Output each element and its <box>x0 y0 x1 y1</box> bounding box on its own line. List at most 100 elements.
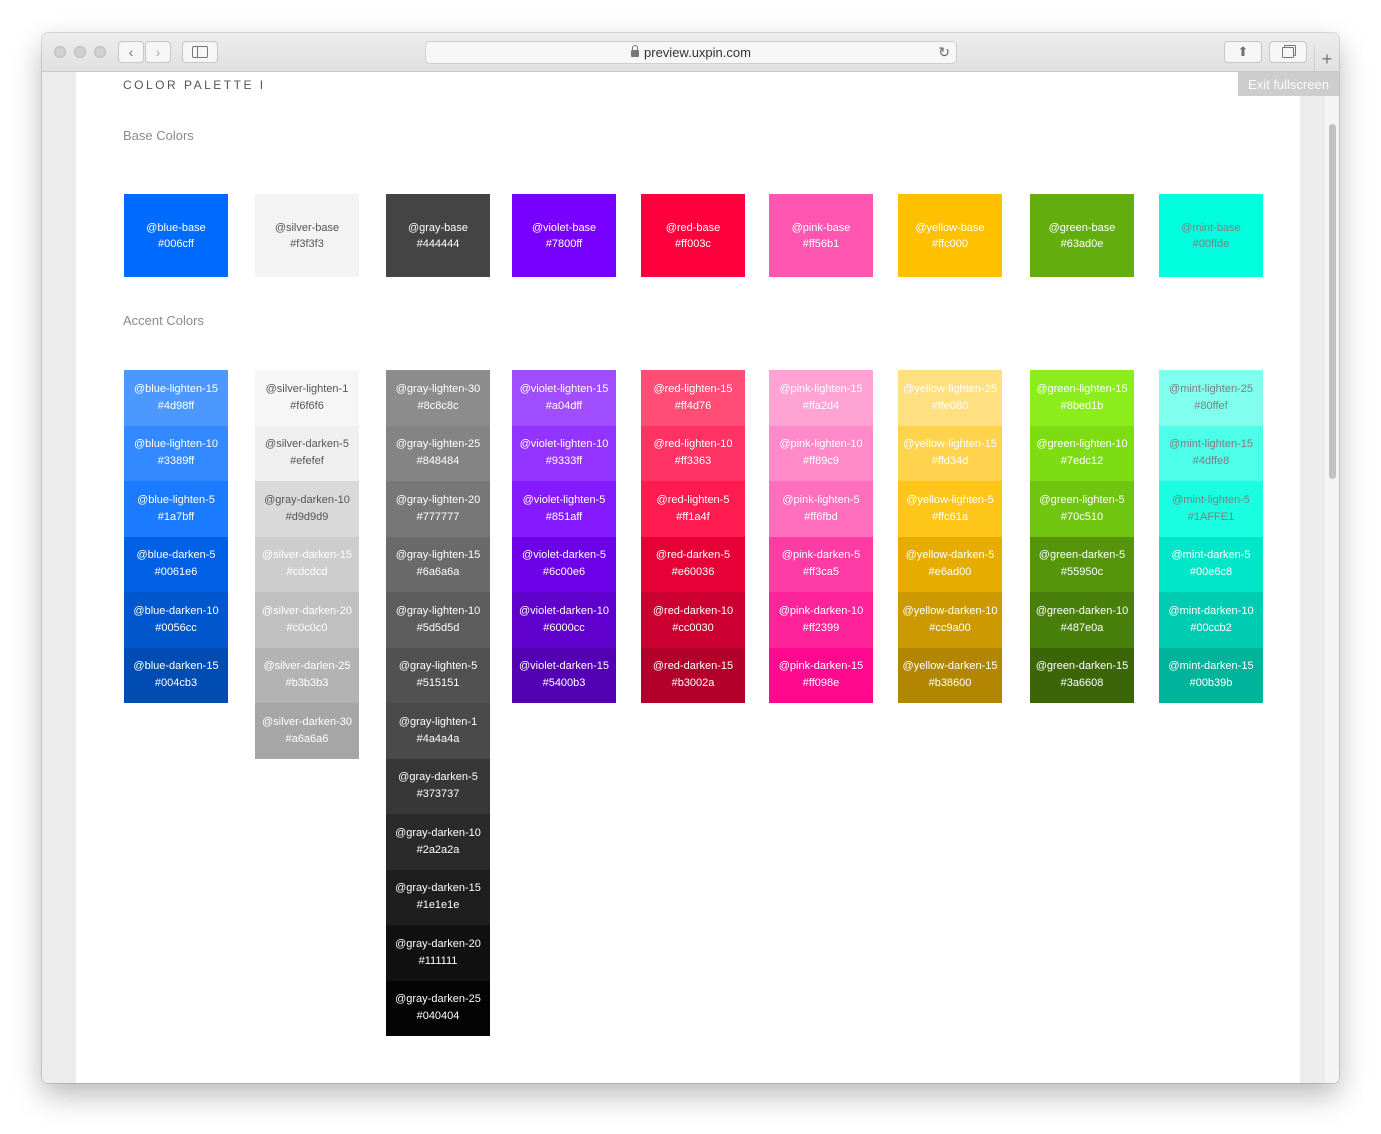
accent-swatch-green-lighten-5[interactable]: @green-lighten-5 #70c510 <box>1030 481 1134 537</box>
accent-swatch-red-darken-10[interactable]: @red-darken-10 #cc0030 <box>641 592 745 648</box>
accent-swatch-pink-lighten-15[interactable]: @pink-lighten-15 #ffa2d4 <box>769 370 873 426</box>
share-button[interactable]: ⬆ <box>1224 41 1262 63</box>
accent-swatch-gray-lighten-10[interactable]: @gray-lighten-10 #5d5d5d <box>386 592 490 648</box>
accent-swatch-silver-darken-20[interactable]: @silver-darken-20 #c0c0c0 <box>255 592 359 648</box>
accent-swatch-blue-darken-5[interactable]: @blue-darken-5 #0061e6 <box>124 536 228 592</box>
zoom-window-button[interactable] <box>94 46 106 58</box>
accent-swatch-blue-darken-10[interactable]: @blue-darken-10 #0056cc <box>124 592 228 648</box>
accent-swatch-pink-darken-5[interactable]: @pink-darken-5 #ff3ca5 <box>769 536 873 592</box>
accent-swatch-violet-lighten-15[interactable]: @violet-lighten-15 #a04dff <box>512 370 616 426</box>
accent-swatch-violet-darken-10[interactable]: @violet-darken-10 #6000cc <box>512 592 616 648</box>
accent-swatch-green-lighten-10[interactable]: @green-lighten-10 #7edc12 <box>1030 425 1134 481</box>
accent-swatch-green-lighten-15[interactable]: @green-lighten-15 #8bed1b <box>1030 370 1134 426</box>
reload-icon[interactable]: ↻ <box>938 44 950 61</box>
swatch-hex: #ff56b1 <box>802 237 840 250</box>
accent-swatch-gray-darken-10[interactable]: @gray-darken-10 #d9d9d9 <box>255 481 359 537</box>
base-swatch-yellow-base[interactable]: @yellow-base #ffc000 <box>898 194 1002 277</box>
accent-swatch-red-lighten-5[interactable]: @red-lighten-5 #ff1a4f <box>641 481 745 537</box>
base-swatch-blue-base[interactable]: @blue-base #006cff <box>124 194 228 277</box>
accent-swatch-blue-lighten-15[interactable]: @blue-lighten-15 #4d98ff <box>124 370 228 426</box>
accent-swatch-gray-darken-10[interactable]: @gray-darken-10 #2a2a2a <box>386 814 490 870</box>
accent-swatch-gray-darken-15[interactable]: @gray-darken-15 #1e1e1e <box>386 869 490 925</box>
accent-swatch-blue-darken-15[interactable]: @blue-darken-15 #004cb3 <box>124 647 228 703</box>
accent-swatch-green-darken-5[interactable]: @green-darken-5 #55950c <box>1030 536 1134 592</box>
accent-swatch-mint-darken-10[interactable]: @mint-darken-10 #00ccb2 <box>1159 592 1263 648</box>
accent-swatch-gray-lighten-1[interactable]: @gray-lighten-1 #4a4a4a <box>386 703 490 759</box>
swatch-name: @silver-darken-15 <box>261 549 353 562</box>
accent-swatch-violet-darken-15[interactable]: @violet-darken-15 #5400b3 <box>512 647 616 703</box>
accent-swatch-silver-darken-15[interactable]: @silver-darken-15 #cdcdcd <box>255 536 359 592</box>
accent-swatch-red-lighten-15[interactable]: @red-lighten-15 #ff4d76 <box>641 370 745 426</box>
accent-swatch-silver-darken-30[interactable]: @silver-darken-30 #a6a6a6 <box>255 703 359 759</box>
accent-swatch-green-darken-10[interactable]: @green-darken-10 #487e0a <box>1030 592 1134 648</box>
scrollbar-thumb[interactable] <box>1329 124 1336 479</box>
accent-swatch-mint-lighten-5[interactable]: @mint-lighten-5 #1AFFE1 <box>1159 481 1263 537</box>
accent-swatch-yellow-lighten-5[interactable]: @yellow-lighten-5 #ffc61a <box>898 481 1002 537</box>
accent-swatch-yellow-lighten-25[interactable]: @yellow-lighten-25 #ffe080 <box>898 370 1002 426</box>
forward-button[interactable]: › <box>145 41 171 63</box>
accent-swatch-silver-lighten-1[interactable]: @silver-lighten-1 #f6f6f6 <box>255 370 359 426</box>
address-bar[interactable]: preview.uxpin.com ↻ <box>425 41 957 64</box>
accent-swatch-blue-lighten-5[interactable]: @blue-lighten-5 #1a7bff <box>124 481 228 537</box>
accent-swatch-mint-lighten-15[interactable]: @mint-lighten-15 #4dffe8 <box>1159 425 1263 481</box>
swatch-name: @gray-darken-25 <box>395 993 481 1006</box>
swatch-name: @pink-lighten-5 <box>782 493 860 506</box>
accent-swatch-red-darken-5[interactable]: @red-darken-5 #e60036 <box>641 536 745 592</box>
accent-swatch-mint-lighten-25[interactable]: @mint-lighten-25 #80ffef <box>1159 370 1263 426</box>
accent-swatch-yellow-darken-15[interactable]: @yellow-darken-15 #b38600 <box>898 647 1002 703</box>
accent-swatch-mint-darken-15[interactable]: @mint-darken-15 #00b39b <box>1159 647 1263 703</box>
swatch-name: @pink-base <box>791 221 851 234</box>
base-swatch-pink-base[interactable]: @pink-base #ff56b1 <box>769 194 873 277</box>
base-swatch-violet-base[interactable]: @violet-base #7800ff <box>512 194 616 277</box>
minimize-window-button[interactable] <box>74 46 86 58</box>
accent-swatch-gray-darken-5[interactable]: @gray-darken-5 #373737 <box>386 758 490 814</box>
accent-swatch-red-lighten-10[interactable]: @red-lighten-10 #ff3363 <box>641 425 745 481</box>
accent-swatch-gray-lighten-5[interactable]: @gray-lighten-5 #515151 <box>386 647 490 703</box>
swatch-name: @violet-lighten-10 <box>519 438 609 451</box>
swatch-name: @green-darken-15 <box>1035 660 1129 673</box>
accent-swatch-gray-lighten-30[interactable]: @gray-lighten-30 #8c8c8c <box>386 370 490 426</box>
base-swatch-red-base[interactable]: @red-base #ff003c <box>641 194 745 277</box>
accent-swatch-blue-lighten-10[interactable]: @blue-lighten-10 #3389ff <box>124 425 228 481</box>
base-swatch-mint-base[interactable]: @mint-base #00ffde <box>1159 194 1263 277</box>
accent-swatch-gray-lighten-20[interactable]: @gray-lighten-20 #777777 <box>386 481 490 537</box>
accent-swatch-gray-darken-25[interactable]: @gray-darken-25 #040404 <box>386 980 490 1036</box>
accent-swatch-pink-lighten-5[interactable]: @pink-lighten-5 #ff6fbd <box>769 481 873 537</box>
swatch-hex: #cc9a00 <box>929 621 971 634</box>
accent-swatch-gray-darken-20[interactable]: @gray-darken-20 #111111 <box>386 925 490 981</box>
accent-swatch-yellow-darken-5[interactable]: @yellow-darken-5 #e6ad00 <box>898 536 1002 592</box>
swatch-hex: #a6a6a6 <box>285 732 329 745</box>
palette-page: COLOR PALETTE I Base Colors @blue-base #0… <box>76 72 1300 1083</box>
swatch-name: @yellow-lighten-15 <box>903 438 997 451</box>
swatch-hex: #ffc61a <box>932 510 968 523</box>
accent-swatch-yellow-lighten-15[interactable]: @yellow-lighten-15 #ffd34d <box>898 425 1002 481</box>
swatch-name: @gray-darken-15 <box>395 882 481 895</box>
accent-swatch-gray-lighten-15[interactable]: @gray-lighten-15 #6a6a6a <box>386 536 490 592</box>
swatch-name: @blue-lighten-5 <box>137 493 215 506</box>
base-swatch-gray-base[interactable]: @gray-base #444444 <box>386 194 490 277</box>
accent-swatch-red-darken-15[interactable]: @red-darken-15 #b3002a <box>641 647 745 703</box>
accent-swatch-violet-lighten-5[interactable]: @violet-lighten-5 #851aff <box>512 481 616 537</box>
tabs-overview-button[interactable] <box>1269 41 1307 63</box>
new-tab-button[interactable]: + <box>1314 47 1339 71</box>
accent-swatch-pink-darken-10[interactable]: @pink-darken-10 #ff2399 <box>769 592 873 648</box>
accent-swatch-silver-darlen-25[interactable]: @silver-darlen-25 #b3b3b3 <box>255 647 359 703</box>
accent-swatch-yellow-darken-10[interactable]: @yellow-darken-10 #cc9a00 <box>898 592 1002 648</box>
scrollbar[interactable] <box>1325 72 1339 1083</box>
sidebar-toggle-button[interactable] <box>182 41 218 63</box>
accent-swatch-silver-darken-5[interactable]: @silver-darken-5 #efefef <box>255 425 359 481</box>
swatch-hex: #8bed1b <box>1060 399 1104 412</box>
accent-swatch-pink-darken-15[interactable]: @pink-darken-15 #ff098e <box>769 647 873 703</box>
accent-swatch-green-darken-15[interactable]: @green-darken-15 #3a6608 <box>1030 647 1134 703</box>
accent-swatch-gray-lighten-25[interactable]: @gray-lighten-25 #848484 <box>386 425 490 481</box>
accent-swatch-mint-darken-5[interactable]: @mint-darken-5 #00e6c8 <box>1159 536 1263 592</box>
close-window-button[interactable] <box>54 46 66 58</box>
accent-swatch-violet-darken-5[interactable]: @violet-darken-5 #6c00e6 <box>512 536 616 592</box>
back-button[interactable]: ‹ <box>118 41 144 63</box>
base-swatch-green-base[interactable]: @green-base #63ad0e <box>1030 194 1134 277</box>
swatch-hex: #70c510 <box>1060 510 1104 523</box>
accent-swatch-violet-lighten-10[interactable]: @violet-lighten-10 #9333ff <box>512 425 616 481</box>
exit-fullscreen-button[interactable]: Exit fullscreen <box>1238 72 1339 96</box>
base-swatch-silver-base[interactable]: @silver-base #f3f3f3 <box>255 194 359 277</box>
accent-swatch-pink-lighten-10[interactable]: @pink-lighten-10 #ff89c9 <box>769 425 873 481</box>
